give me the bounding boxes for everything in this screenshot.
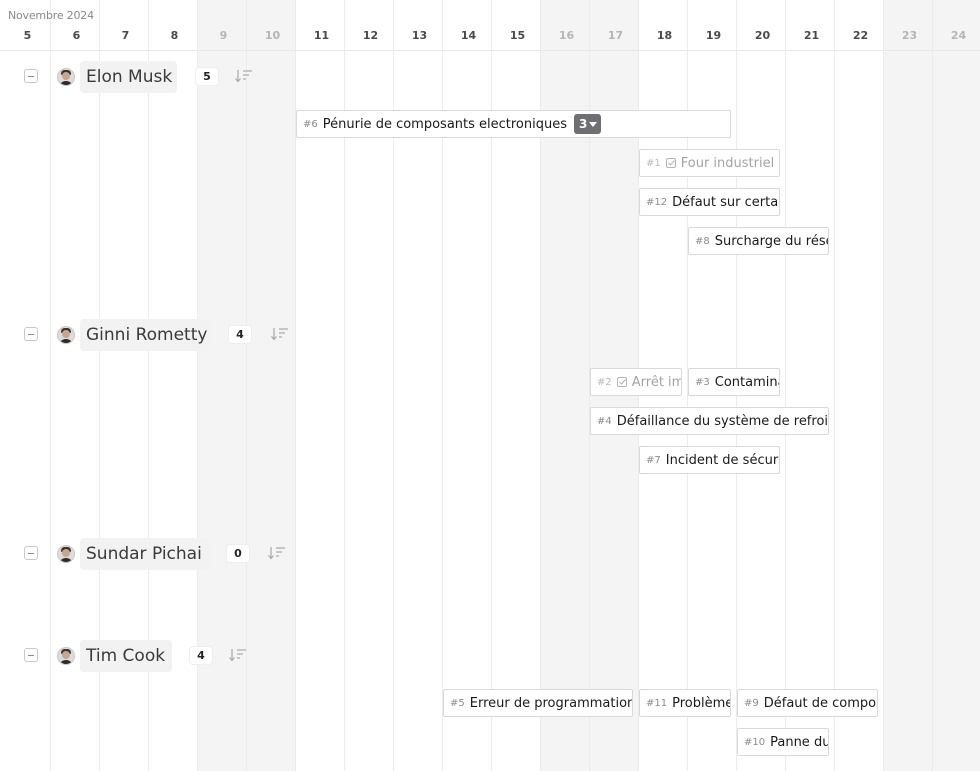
task-title: Pénurie de composants electroniques [322,116,568,132]
person-avatar-icon [57,647,75,665]
collapse-toggle-button[interactable] [24,327,38,341]
timeline-board: Novembre 2024 5 6 7 8 9 10 11 12 13 14 15 16 17 18 19 2… [0,0,980,771]
check-square-icon [665,157,676,168]
task-id: #4 [597,415,612,427]
group-name[interactable]: Elon Musk [80,61,177,93]
day-label: 17 [607,29,624,42]
day-label: 6 [72,29,81,42]
task-count-badge: 5 [196,68,218,85]
day-label: 24 [950,29,967,42]
collapse-toggle-button[interactable] [24,546,38,560]
day-column [884,0,933,771]
task-id: #10 [744,736,766,748]
day-column [835,0,884,771]
task-id: #11 [646,697,668,709]
task-id: #1 [646,157,661,169]
check-square-icon [616,376,627,387]
day-label: 20 [754,29,771,42]
day-label: 21 [803,29,820,42]
task-card[interactable]: #11 Problème [639,689,731,717]
person-avatar-icon [57,326,75,344]
day-column [933,0,980,771]
group-name[interactable]: Sundar Pichai [80,538,209,570]
group-name[interactable]: Tim Cook [80,640,172,672]
day-label: 11 [313,29,330,42]
sort-descending-icon[interactable] [235,68,253,83]
task-card[interactable]: #7 Incident de sécurité [639,446,780,474]
day-label: 14 [460,29,477,42]
task-id: #8 [695,235,710,247]
day-label: 8 [170,29,179,42]
day-label: 9 [219,29,228,42]
day-label: 7 [121,29,130,42]
person-avatar-icon [57,545,75,563]
day-label: 18 [656,29,673,42]
day-label: 19 [705,29,722,42]
day-column [247,0,296,771]
task-title: Incident de sécurité [665,452,779,468]
task-id: #3 [695,376,710,388]
task-title: Défaut sur certains produits [672,194,779,210]
task-id: #9 [744,697,759,709]
task-title: Contamination [714,374,779,390]
group-name[interactable]: Ginni Rometty [80,319,209,351]
day-label: 22 [852,29,869,42]
day-label: 16 [558,29,575,42]
month-label: Novembre 2024 [8,9,94,22]
day-label: 23 [901,29,918,42]
task-card[interactable]: #1 Four industriel [639,149,780,177]
task-id: #2 [597,376,612,388]
collapse-toggle-button[interactable] [24,648,38,662]
task-count-badge: 4 [190,647,212,664]
person-avatar-icon [57,68,75,86]
task-card[interactable]: #8 Surcharge du réseau [688,227,829,255]
task-count-badge: 4 [229,326,251,343]
task-id: #6 [303,118,318,130]
task-id: #12 [646,196,668,208]
day-column [786,0,835,771]
caret-down-icon [589,121,598,127]
task-title: Défaillance du système de refroidissemen… [616,413,829,429]
task-card[interactable]: #3 Contamination [688,368,780,396]
task-card[interactable]: #9 Défaut de composant [737,689,878,717]
day-label: 13 [411,29,428,42]
task-title: Surcharge du réseau [714,233,828,249]
day-label: 12 [362,29,379,42]
day-label: 10 [264,29,281,42]
task-card[interactable]: #4 Défaillance du système de refroidissem… [590,407,829,435]
day-label: 5 [23,29,32,42]
task-card[interactable]: #6 Pénurie de composants electroniques 3 [296,110,731,138]
sort-descending-icon[interactable] [271,326,289,341]
sort-descending-icon[interactable] [268,545,286,560]
task-count-badge: 0 [227,545,249,562]
collapse-toggle-button[interactable] [24,69,38,83]
task-id: #5 [450,697,465,709]
task-title: Défaut de composant [763,695,877,711]
task-title: Erreur de programmation [469,695,633,711]
task-title: Arrêt imprévu [631,374,681,390]
day-label: 15 [509,29,526,42]
header-divider [0,50,980,51]
task-title: Problème [672,695,731,711]
task-card[interactable]: #10 Panne du [737,728,829,756]
task-card[interactable]: #2 Arrêt imprévu [590,368,682,396]
stacked-tasks-badge[interactable]: 3 [574,114,602,134]
task-title: Four industriel [680,155,775,171]
sort-descending-icon[interactable] [229,647,247,662]
stacked-count: 3 [579,117,588,131]
task-id: #7 [646,454,661,466]
task-card[interactable]: #5 Erreur de programmation [443,689,633,717]
task-card[interactable]: #12 Défaut sur certains produits [639,188,780,216]
task-title: Panne du [770,734,829,750]
